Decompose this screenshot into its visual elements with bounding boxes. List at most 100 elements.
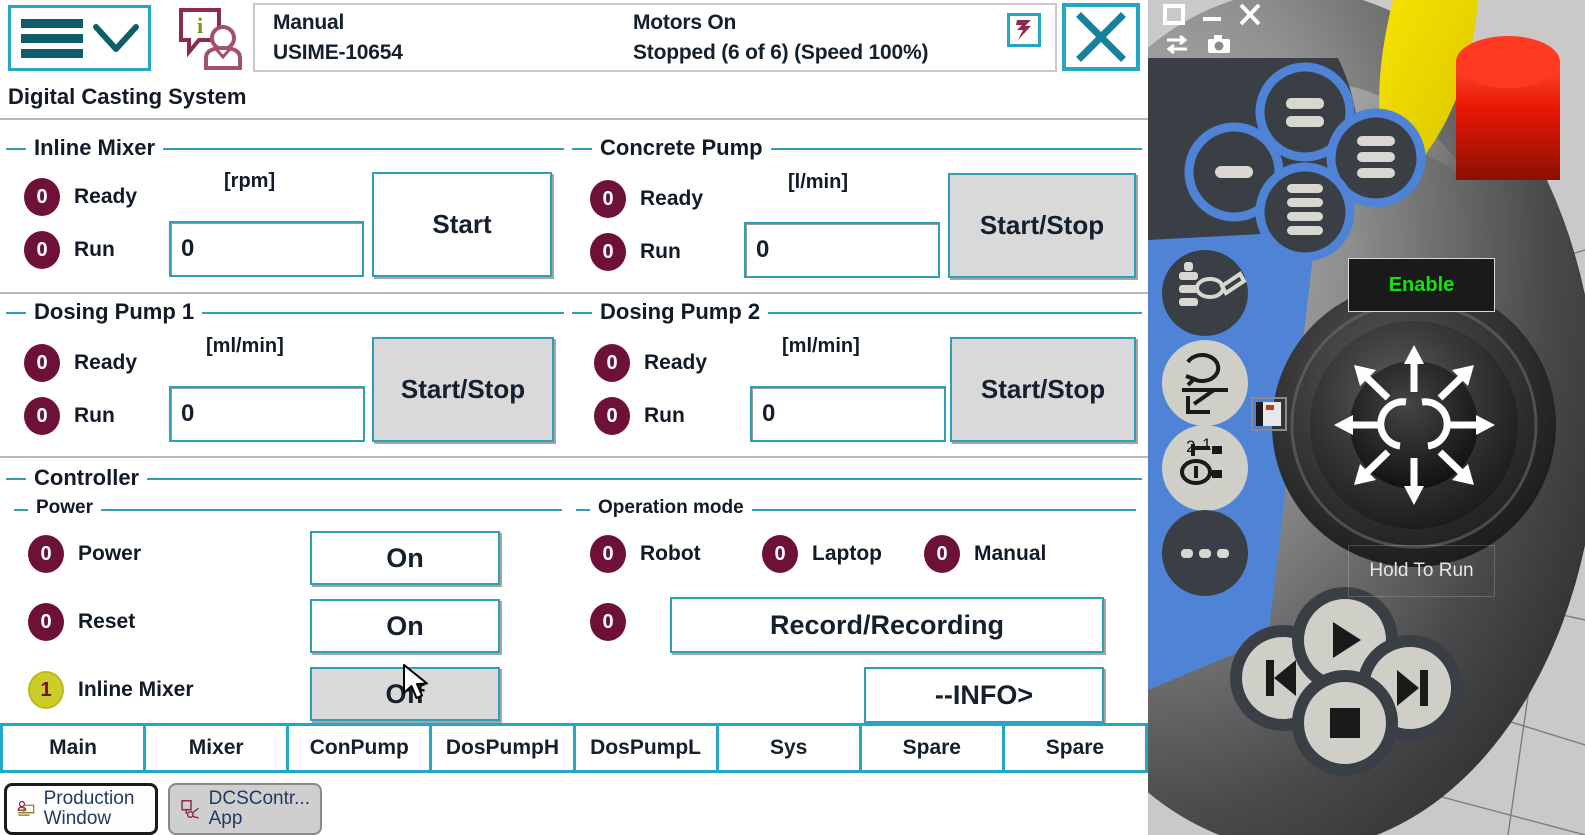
tab-mixer[interactable]: Mixer <box>146 723 290 773</box>
panel-title: Concrete Pump <box>592 135 771 161</box>
taskbar: Production Window DCSContr... App ROB_1 <box>0 779 1148 835</box>
led-laptop-label: Laptop <box>812 542 882 565</box>
panel-dosing-pump-1: Dosing Pump 1 0 Ready 0 Run [ml/min] 0 S… <box>6 299 564 448</box>
tab-spare-1[interactable]: Spare <box>861 723 1005 773</box>
taskbar-item-dcs-controller[interactable]: DCSContr... App <box>168 783 322 835</box>
led-manual: 0 <box>924 535 960 573</box>
led-power: 0 <box>28 535 64 573</box>
led-inline-mixer-label: Inline Mixer <box>78 678 194 701</box>
divider <box>0 456 1148 458</box>
led-robot: 0 <box>590 535 626 573</box>
panel-title: Controller <box>26 465 148 491</box>
group-title: Power <box>28 497 102 519</box>
led-run: 0 <box>24 231 60 269</box>
setpoint-input[interactable]: 0 <box>750 386 946 442</box>
led-ready: 0 <box>594 344 630 382</box>
hold-to-run-label: Hold To Run <box>1369 560 1474 581</box>
tab-main[interactable]: Main <box>0 723 147 773</box>
power-on-button[interactable]: On <box>310 531 500 585</box>
panel-concrete-pump: Concrete Pump 0 Ready 0 Run [l/min] 0 St… <box>572 135 1142 284</box>
page-title: Digital Casting System <box>8 84 247 109</box>
led-ready-label: Ready <box>640 187 704 210</box>
hmi-pane: i Manual USIME-10654 Motors On Stopped (… <box>0 0 1148 835</box>
led-power-label: Power <box>78 542 142 565</box>
chevron-down-icon <box>92 24 139 52</box>
led-laptop: 0 <box>762 535 798 573</box>
status-unit: USIME-10654 <box>273 41 403 64</box>
led-ready-label: Ready <box>74 185 138 208</box>
unit-label: [rpm] <box>224 170 276 192</box>
close-button[interactable] <box>1062 3 1140 71</box>
led-run-label: Run <box>644 404 685 427</box>
led-run-label: Run <box>640 240 681 263</box>
main-menu-button[interactable] <box>8 5 151 71</box>
led-ready: 0 <box>590 180 626 218</box>
led-run: 0 <box>24 397 60 435</box>
led-manual-label: Manual <box>974 542 1047 565</box>
group-power: Power 0 Power On 0 Reset On 1 Inline Mix… <box>14 497 562 721</box>
tab-conpump[interactable]: ConPump <box>289 723 433 773</box>
led-run: 0 <box>590 233 626 271</box>
unit-label: [ml/min] <box>782 335 860 357</box>
reset-on-button[interactable]: On <box>310 599 500 653</box>
abb-flag-icon[interactable] <box>1007 13 1041 47</box>
tab-dospumpl[interactable]: DosPumpL <box>575 723 719 773</box>
status-mode: Manual <box>273 11 345 34</box>
panel-title: Dosing Pump 2 <box>592 299 769 325</box>
led-run: 0 <box>594 397 630 435</box>
app-header: i Manual USIME-10654 Motors On Stopped (… <box>0 0 1148 78</box>
led-reset: 0 <box>28 603 64 641</box>
record-recording-button[interactable]: Record/Recording <box>670 597 1104 653</box>
status-state: Stopped (6 of 6) (Speed 100%) <box>633 41 929 64</box>
led-record: 0 <box>590 603 626 641</box>
divider <box>0 292 1148 294</box>
taskbar-item-label: DCSContr... App <box>208 788 310 829</box>
hold-to-run-indicator: Hold To Run <box>1348 545 1495 597</box>
panel-controller: Controller Power 0 Power On 0 Reset On 1… <box>6 465 1142 723</box>
led-run-label: Run <box>74 404 115 427</box>
panel-title: Dosing Pump 1 <box>26 299 203 325</box>
start-stop-button[interactable]: Start/Stop <box>372 337 554 442</box>
status-motors: Motors On <box>633 11 737 34</box>
swap-icon[interactable] <box>1164 34 1190 54</box>
taskbar-item-production-window[interactable]: Production Window <box>4 783 158 835</box>
taskbar-item-label: Production Window <box>43 788 135 829</box>
start-stop-button[interactable]: Start/Stop <box>948 173 1136 278</box>
info-button[interactable]: --INFO> <box>864 667 1104 723</box>
led-run-label: Run <box>74 238 115 261</box>
led-reset-label: Reset <box>78 610 136 633</box>
group-title: Operation mode <box>590 497 752 519</box>
divider <box>0 118 1148 120</box>
teach-pendant-viewport: 2 1 Enable Hold To Run <box>1148 0 1585 835</box>
minimize-icon[interactable] <box>1198 2 1226 28</box>
unit-label: [ml/min] <box>206 335 284 357</box>
led-ready-label: Ready <box>74 351 138 374</box>
enable-label: Enable <box>1388 273 1455 296</box>
teach-pendant-image: 2 1 <box>1148 0 1585 835</box>
start-stop-button[interactable]: Start/Stop <box>950 337 1136 442</box>
led-robot-label: Robot <box>640 542 701 565</box>
setpoint-input[interactable]: 0 <box>744 222 940 278</box>
info-user-icon[interactable]: i <box>175 6 245 70</box>
status-panel: Manual USIME-10654 Motors On Stopped (6 … <box>253 3 1057 72</box>
tab-dospumph[interactable]: DosPumpH <box>432 723 576 773</box>
tab-sys[interactable]: Sys <box>718 723 862 773</box>
production-window-icon <box>17 800 35 816</box>
start-button[interactable]: Start <box>372 172 552 277</box>
camera-icon[interactable] <box>1206 34 1232 54</box>
dcs-controller-icon <box>181 799 200 819</box>
svg-text:i: i <box>197 13 203 38</box>
svg-text:1: 1 <box>1202 435 1211 454</box>
setpoint-input[interactable]: 0 <box>169 221 364 277</box>
close-icon <box>1076 12 1126 62</box>
hamburger-menu-icon <box>20 18 83 58</box>
close-icon[interactable] <box>1236 2 1264 28</box>
tab-bar: Main Mixer ConPump DosPumpH DosPumpL Sys… <box>0 723 1148 773</box>
maximize-icon[interactable] <box>1160 2 1188 28</box>
led-ready-label: Ready <box>644 351 708 374</box>
tab-spare-2[interactable]: Spare <box>1004 723 1148 773</box>
panel-dosing-pump-2: Dosing Pump 2 0 Ready 0 Run [ml/min] 0 S… <box>572 299 1142 448</box>
panel-inline-mixer: Inline Mixer 0 Ready 0 Run [rpm] 0 Start <box>6 135 564 284</box>
setpoint-input[interactable]: 0 <box>169 386 365 442</box>
enable-indicator: Enable <box>1348 258 1495 312</box>
